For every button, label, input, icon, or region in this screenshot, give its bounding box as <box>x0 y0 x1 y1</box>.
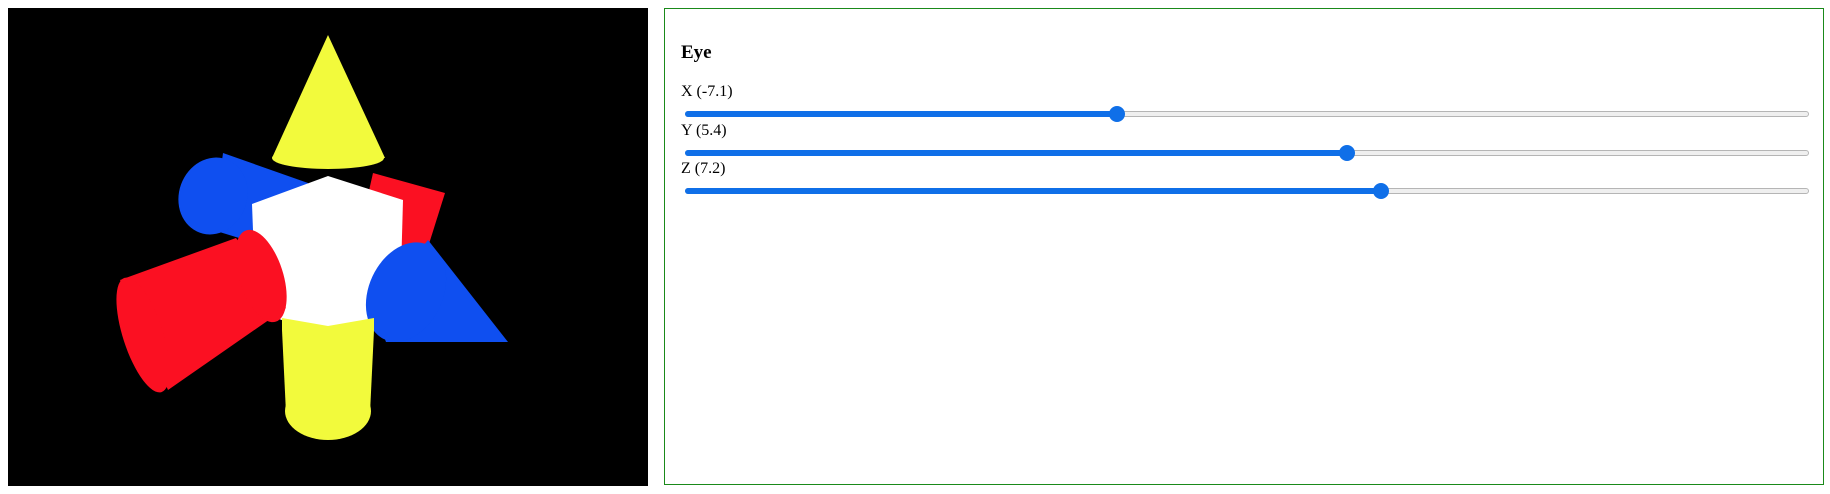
slider-fill <box>685 150 1348 156</box>
slider-label-y: Y (5.4) <box>681 122 727 139</box>
slider-row-z: Z (7.2) <box>681 160 1809 199</box>
slider-row-y: Y (5.4) <box>681 122 1809 161</box>
scene-svg <box>8 8 648 486</box>
slider-fill <box>685 111 1117 117</box>
slider-row-x: X (-7.1) <box>681 83 1809 122</box>
slider-z[interactable] <box>685 183 1809 199</box>
cylinder-bottom <box>282 318 374 440</box>
slider-y[interactable] <box>685 145 1809 161</box>
eye-control-panel: Eye X (-7.1) Y (5.4) Z (7.2) <box>664 8 1824 485</box>
slider-label-z: Z (7.2) <box>681 160 726 177</box>
slider-thumb[interactable] <box>1339 145 1356 161</box>
slider-fill <box>685 188 1381 194</box>
slider-x[interactable] <box>685 106 1809 122</box>
panel-title: Eye <box>681 42 712 63</box>
slider-thumb[interactable] <box>1372 183 1389 199</box>
slider-thumb[interactable] <box>1108 106 1125 122</box>
slider-label-x: X (-7.1) <box>681 83 733 100</box>
scene-canvas[interactable] <box>8 8 648 486</box>
